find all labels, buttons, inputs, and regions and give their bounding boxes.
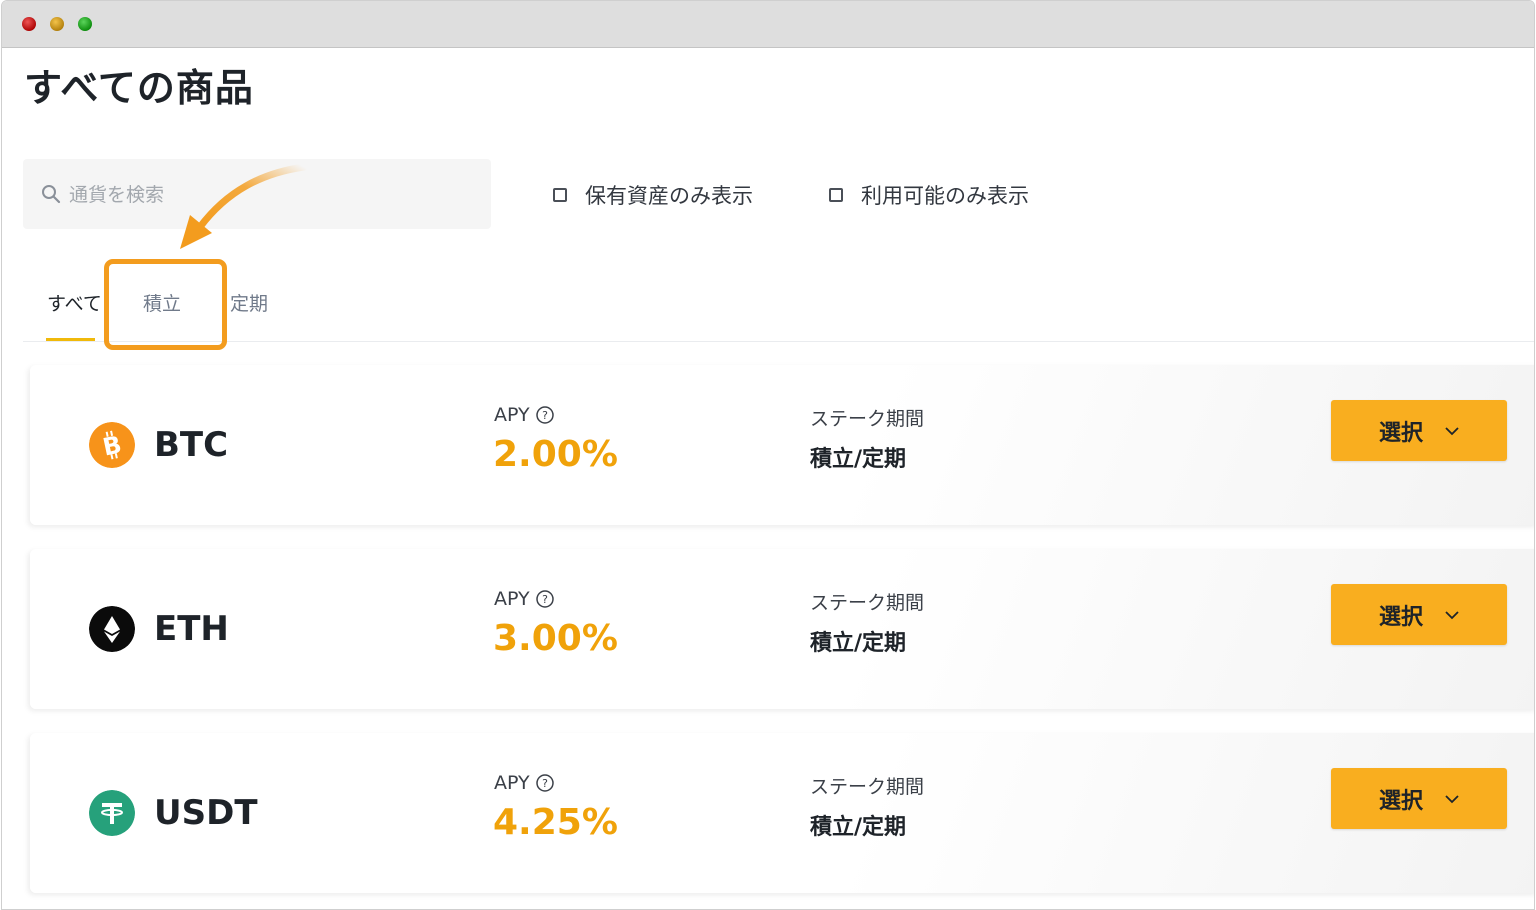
apy-value: 2.00% (493, 434, 618, 475)
apy-label: APY ? (494, 772, 554, 794)
apy-label: APY ? (494, 404, 554, 426)
chevron-down-icon (1445, 794, 1459, 803)
tether-icon (89, 790, 135, 836)
page-title: すべての商品 (24, 66, 254, 110)
select-button[interactable]: 選択 (1331, 584, 1507, 645)
search-box[interactable] (23, 159, 491, 229)
close-window-button[interactable] (22, 17, 36, 31)
product-tabs: すべて 積立 定期 (23, 271, 1534, 342)
browser-window: すべての商品 保有資産のみ表示 利用可能のみ表示 すべて 積立 定期 (1, 0, 1535, 910)
holdings-only-label: 保有資産のみ表示 (585, 184, 753, 208)
select-button-label: 選択 (1378, 420, 1423, 446)
apy-label-text: APY (494, 772, 530, 794)
term-value: 積立/定期 (810, 815, 907, 840)
apy-label: APY ? (494, 588, 554, 610)
term-value: 積立/定期 (810, 631, 907, 656)
term-label: ステーク期間 (810, 592, 925, 614)
search-icon (42, 185, 61, 204)
coin-name: USDT (154, 793, 258, 833)
svg-text:?: ? (542, 409, 548, 422)
product-card-eth: ETH APY ? 3.00% ステーク期間 積立/定期 選択 (30, 549, 1534, 709)
filter-available-only[interactable]: 利用可能のみ表示 (829, 179, 1029, 211)
tab-flexible[interactable]: 積立 (143, 289, 181, 316)
select-button[interactable]: 選択 (1331, 400, 1507, 461)
chevron-down-icon (1445, 426, 1459, 435)
help-icon[interactable]: ? (535, 406, 554, 424)
svg-text:?: ? (542, 593, 548, 606)
apy-value: 4.25% (493, 802, 618, 843)
apy-value: 3.00% (493, 618, 618, 659)
filter-holdings-only[interactable]: 保有資産のみ表示 (553, 179, 753, 211)
minimize-window-button[interactable] (50, 17, 64, 31)
svg-text:?: ? (542, 777, 548, 790)
term-label: ステーク期間 (810, 408, 925, 430)
coin-name: BTC (154, 425, 229, 465)
maximize-window-button[interactable] (78, 17, 92, 31)
product-card-btc: B BTC APY ? 2.00% ステーク期間 積立/定期 選択 (30, 365, 1534, 525)
available-only-label: 利用可能のみ表示 (861, 184, 1029, 208)
help-icon[interactable]: ? (535, 590, 554, 608)
available-only-checkbox[interactable] (829, 188, 843, 202)
select-button[interactable]: 選択 (1331, 768, 1507, 829)
select-button-label: 選択 (1378, 788, 1423, 814)
holdings-only-checkbox[interactable] (553, 188, 567, 202)
bitcoin-icon: B (89, 422, 135, 468)
term-label: ステーク期間 (810, 776, 925, 798)
window-titlebar (2, 1, 1534, 48)
term-value: 積立/定期 (810, 447, 907, 472)
select-button-label: 選択 (1378, 604, 1423, 630)
tab-locked[interactable]: 定期 (230, 289, 268, 316)
chevron-down-icon (1445, 610, 1459, 619)
product-card-usdt: USDT APY ? 4.25% ステーク期間 積立/定期 選択 (30, 733, 1534, 893)
coin-name: ETH (154, 609, 229, 649)
help-icon[interactable]: ? (535, 774, 554, 792)
active-tab-indicator (46, 338, 95, 341)
apy-label-text: APY (494, 404, 530, 426)
tab-all[interactable]: すべて (47, 289, 102, 316)
apy-label-text: APY (494, 588, 530, 610)
search-input[interactable] (67, 177, 471, 213)
ethereum-icon (89, 606, 135, 652)
